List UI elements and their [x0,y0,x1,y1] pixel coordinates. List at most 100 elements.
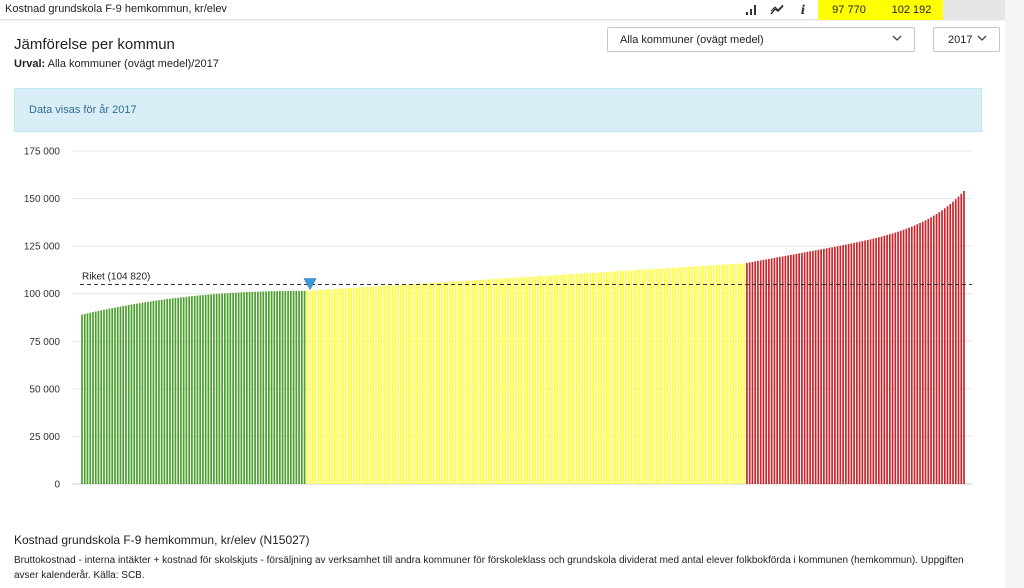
bar [454,281,457,484]
bar [185,296,188,484]
bar [416,283,419,484]
bar [413,283,416,484]
bar [757,260,759,484]
bar [583,273,586,484]
bar [619,271,622,484]
bar [894,232,897,484]
bar [311,290,314,484]
bar [138,303,141,484]
bar [946,206,949,484]
scrollbar-track[interactable] [1005,0,1024,588]
bar [644,269,647,484]
bar [257,291,259,484]
bar [630,270,633,484]
bar [801,252,803,484]
bar [935,213,938,484]
bar [246,292,248,484]
top-bar: Kostnad grundskola F-9 hemkommun, kr/ele… [0,0,1024,20]
bar [551,275,553,484]
bar [534,276,537,484]
bar-chart-icon[interactable] [738,0,764,20]
bar [92,312,94,484]
bar [693,266,696,484]
municipality-select[interactable]: Alla kommuner (ovägt medel) [607,27,915,52]
bar [108,308,111,484]
y-tick-label: 100 000 [24,289,61,300]
bar [270,291,273,484]
bar [105,309,108,484]
bar [317,289,320,484]
bar [399,284,402,484]
bar [314,290,317,484]
bar [259,291,262,484]
bar [927,218,930,484]
bar [605,271,608,484]
bar [452,281,454,484]
bar [899,230,902,484]
bar [130,304,133,484]
bar [498,278,501,484]
bar [114,307,116,484]
bar [696,266,699,484]
bar [111,308,114,484]
bar [790,254,792,484]
bar [699,266,702,484]
bar [839,245,842,484]
bar [408,284,410,484]
bar [292,290,295,484]
bar [276,291,278,484]
bar [845,244,847,484]
bar [836,246,839,484]
bar [240,292,243,484]
bar [671,267,674,484]
bar [309,290,311,484]
bar [883,235,886,484]
bar [325,289,328,484]
bar [262,291,265,484]
bar [561,274,564,484]
bar [133,304,136,484]
bar [127,305,130,484]
bar [872,238,875,484]
bar [688,266,691,484]
bar [267,291,270,484]
bar [364,287,366,484]
bar [221,293,223,484]
info-icon[interactable]: i [790,0,816,20]
bar [193,295,196,484]
bar [386,285,388,484]
bar [476,279,479,484]
year-selected-value: 2017 [948,34,973,46]
comparison-panel: Jämförelse per kommun Urval: Alla kommun… [0,21,1005,588]
bar [479,279,482,484]
bar [202,295,204,484]
bar [677,267,680,484]
bar [278,291,281,484]
bar [482,279,485,484]
bar [496,278,498,484]
kpi-description-title: Kostnad grundskola F-9 hemkommun, kr/ele… [14,533,310,547]
year-select[interactable]: 2017 [933,27,1000,52]
bar [147,301,149,484]
bar [877,237,880,484]
bar [501,278,504,484]
bar [726,264,729,484]
bar [954,199,957,485]
bar [622,270,625,484]
bar [229,292,232,484]
bar [773,257,776,484]
trend-icon[interactable] [764,0,790,20]
bar [666,268,669,484]
bar [169,298,171,484]
bar [809,251,811,484]
value-high-badge: 102 192 [880,0,943,20]
bar [441,282,443,484]
bar [122,306,125,484]
bar [410,284,413,484]
bar [336,288,339,484]
bar [913,225,916,484]
bar [342,288,344,484]
bar [924,220,927,485]
bar [180,297,182,484]
bar [938,212,941,485]
